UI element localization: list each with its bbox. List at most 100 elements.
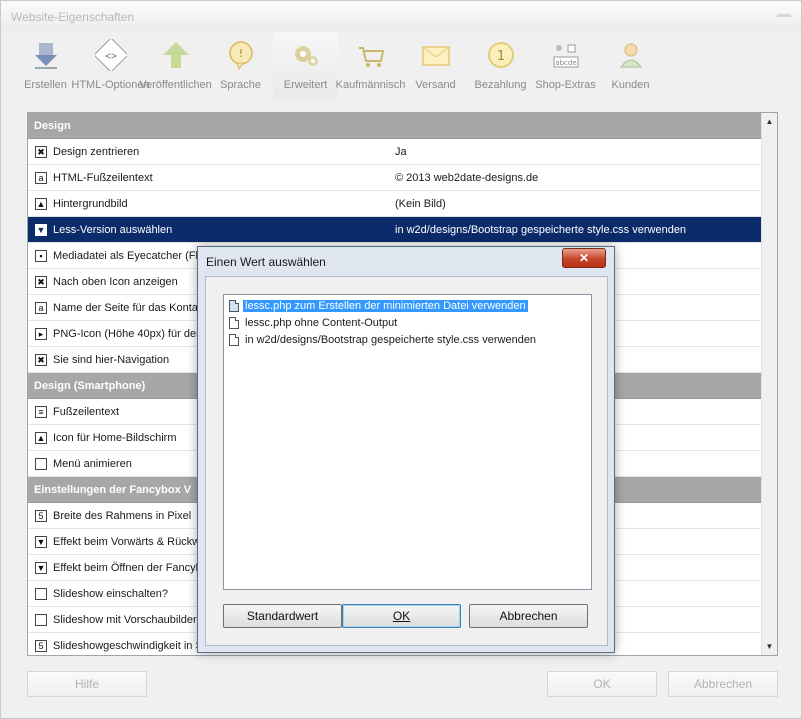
window-titlebar: Website-Eigenschaften [1, 1, 801, 31]
property-label: Hintergrundbild [53, 198, 128, 210]
dialog-ok-button[interactable]: OK [342, 604, 461, 628]
toolbar-item-label: Erstellen [24, 79, 67, 91]
property-label: Slideshowgeschwindigkeit in Se [53, 640, 209, 652]
property-row[interactable]: ▲ Hintergrundbild (Kein Bild) [28, 191, 762, 217]
checkbox-unchecked-icon [35, 614, 47, 626]
toolbar-item-6[interactable]: Versand [403, 33, 468, 99]
property-label: Breite des Rahmens in Pixel [53, 510, 192, 522]
property-value: Ja [395, 146, 407, 158]
property-value: © 2013 web2date-designs.de [395, 172, 539, 184]
property-label: Nach oben Icon anzeigen [53, 276, 178, 288]
default-value-label: Standardwert [246, 609, 319, 623]
toolbar-item-label: Versand [415, 79, 456, 91]
section-header-label: Design (Smartphone) [34, 380, 146, 392]
ok-button[interactable]: OK [547, 671, 657, 697]
select-value-dialog: Einen Wert auswählen ✕ lessc.php zum Ers… [197, 246, 615, 653]
scroll-down-icon[interactable]: ▼ [762, 638, 777, 655]
toolbar-item-1[interactable]: <> HTML-Optionen [71, 33, 150, 99]
text-field-icon: a [35, 302, 47, 314]
property-label: Menü animieren [53, 458, 132, 470]
property-label: Less-Version auswählen [53, 224, 173, 236]
section-header-label: Einstellungen der Fancybox V [34, 484, 192, 496]
toolbar-item-label: Bezahlung [474, 79, 527, 91]
property-label: Sie sind hier-Navigation [53, 354, 170, 366]
checkbox-unchecked-icon [35, 458, 47, 470]
cancel-button[interactable]: Abbrechen [668, 671, 778, 697]
dialog-cancel-label: Abbrechen [499, 609, 558, 623]
checkbox-unchecked-icon [35, 588, 47, 600]
value-option-label: lessc.php zum Erstellen der minimierten … [243, 299, 528, 312]
text-field-icon: a [35, 172, 47, 184]
toolbar-item-9[interactable]: Kunden [598, 33, 663, 99]
value-option[interactable]: lessc.php zum Erstellen der minimierten … [229, 298, 528, 313]
help-button[interactable]: Hilfe [27, 671, 147, 697]
property-row[interactable]: ▼ Less-Version auswählen in w2d/designs/… [28, 217, 762, 243]
close-icon: ✕ [578, 251, 590, 265]
property-label: Effekt beim Öffnen der Fancyb [53, 562, 202, 574]
document-icon [229, 333, 239, 346]
vertical-scrollbar[interactable]: ▲ ▼ [761, 113, 777, 655]
property-label: Name der Seite für das Kontak [53, 302, 204, 314]
toolbar: Erstellen <> HTML-Optionen Veröffentliche… [13, 33, 663, 99]
gears-icon [294, 46, 318, 66]
checkbox-checked-icon: ✖ [35, 276, 47, 288]
property-label: Effekt beim Vorwärts & Rückwä [53, 536, 207, 548]
toolbar-item-2[interactable]: Veröffentlichen [139, 33, 212, 99]
person-icon [619, 43, 642, 68]
checkbox-checked-icon: ✖ [35, 146, 47, 158]
checkbox-list-icon: abcde [553, 44, 578, 68]
section-header-label: Design [34, 120, 71, 132]
dropdown-icon: ▼ [35, 224, 47, 236]
download-icon [34, 43, 57, 69]
toolbar-item-0[interactable]: Erstellen [13, 33, 78, 99]
dialog-body: lessc.php zum Erstellen der minimierten … [205, 276, 608, 646]
dialog-cancel-button[interactable]: Abbrechen [469, 604, 588, 628]
property-label: Icon für Home-Bildschirm [53, 432, 177, 444]
media-icon: ▪ [35, 250, 47, 262]
toolbar-item-label: Shop-Extras [535, 79, 596, 91]
property-value: (Kein Bild) [395, 198, 446, 210]
property-label: Slideshow einschalten? [53, 588, 168, 600]
section-header[interactable]: Design [28, 113, 762, 139]
ok-button-label: OK [593, 677, 611, 691]
property-value: in w2d/designs/Bootstrap gespeicherte st… [395, 224, 687, 236]
svg-text:!: ! [238, 47, 242, 60]
cancel-button-label: Abbrechen [693, 677, 753, 691]
image-icon: ▲ [35, 432, 47, 444]
dropdown-icon: ▼ [35, 562, 47, 574]
property-row[interactable]: ✖ Design zentrieren Ja [28, 139, 762, 165]
checkbox-checked-icon: ✖ [35, 354, 47, 366]
value-listbox[interactable]: lessc.php zum Erstellen der minimierten … [223, 294, 592, 590]
number-field-icon: 5 [35, 640, 47, 652]
toolbar-item-label: Veröffentlichen [139, 79, 212, 91]
toolbar-item-7[interactable]: 1 Bezahlung [468, 33, 533, 99]
dialog-close-button[interactable]: ✕ [562, 248, 606, 268]
svg-text:<>: <> [104, 51, 116, 62]
upload-arrow-icon [162, 42, 189, 68]
code-icon: <> [94, 39, 127, 71]
value-option-label: in w2d/designs/Bootstrap gespeicherte st… [245, 333, 537, 346]
dialog-ok-label: OK [392, 609, 411, 623]
image-icon: ▲ [35, 198, 47, 210]
toolbar-item-label: Sprache [220, 79, 261, 91]
property-label: Slideshow mit Vorschaubildern? [53, 614, 209, 626]
minimize-icon[interactable] [777, 14, 791, 17]
toolbar-item-label: Kaufmännisch [335, 79, 406, 91]
value-option-label: lessc.php ohne Content-Output [245, 316, 398, 329]
property-row[interactable]: a HTML-Fußzeilentext © 2013 web2date-des… [28, 165, 762, 191]
toolbar-item-3[interactable]: ! Sprache [208, 33, 273, 99]
help-button-label: Hilfe [74, 677, 99, 691]
value-option[interactable]: in w2d/designs/Bootstrap gespeicherte st… [229, 332, 538, 347]
scroll-up-icon[interactable]: ▲ [762, 113, 777, 130]
toolbar-item-4[interactable]: Erweitert [273, 33, 338, 99]
coin-icon: 1 [487, 42, 514, 68]
default-value-button[interactable]: Standardwert [223, 604, 342, 628]
property-label: Fußzeilentext [53, 406, 120, 418]
multiline-text-icon: ≡ [35, 406, 47, 418]
document-icon [229, 316, 239, 329]
toolbar-item-8[interactable]: abcde Shop-Extras [533, 33, 598, 99]
window-title: Website-Eigenschaften [11, 10, 135, 24]
toolbar-item-5[interactable]: Kaufmännisch [335, 33, 406, 99]
document-icon [229, 299, 239, 312]
value-option[interactable]: lessc.php ohne Content-Output [229, 315, 399, 330]
